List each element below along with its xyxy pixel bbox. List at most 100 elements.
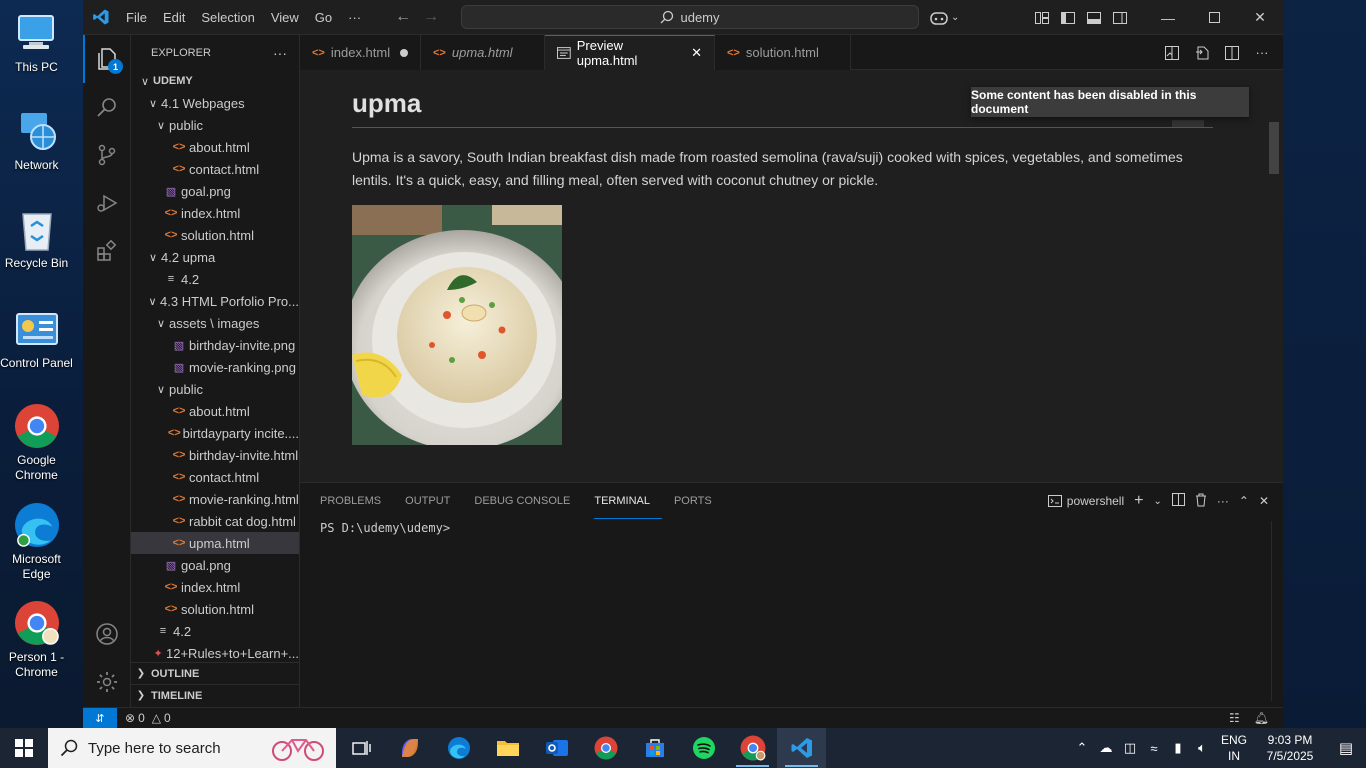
panel-tab-terminal[interactable]: TERMINAL	[594, 483, 662, 519]
terminal-shell-selector[interactable]: powershell	[1047, 494, 1124, 508]
toggle-primary-sidebar-icon[interactable]	[1055, 0, 1081, 35]
panel-tab-debug-console[interactable]: DEBUG CONSOLE	[474, 483, 582, 519]
preview-scrollbar[interactable]	[1269, 122, 1279, 174]
split-terminal-icon[interactable]	[1171, 493, 1185, 509]
outlook-app[interactable]	[532, 728, 581, 768]
chevron-down-icon[interactable]: ⌄	[1153, 496, 1161, 507]
toggle-secondary-sidebar-icon[interactable]	[1107, 0, 1133, 35]
timeline-section[interactable]: ❯ TIMELINE	[131, 684, 299, 706]
notification-center-icon[interactable]: ▤	[1326, 739, 1366, 757]
more-actions-icon[interactable]: ···	[1217, 494, 1229, 508]
desktop-icon-google-chrome[interactable]: Google Chrome	[0, 403, 73, 483]
wifi-icon[interactable]: ≈	[1142, 741, 1166, 756]
tree-folder[interactable]: ∨ UDEMY	[131, 70, 299, 92]
customize-layout-icon[interactable]	[1029, 0, 1055, 35]
tree-file[interactable]: ✦ 12+Rules+to+Learn+...	[131, 642, 299, 664]
onedrive-cloud-icon[interactable]: ☁	[1094, 740, 1118, 756]
extensions-button[interactable]	[83, 227, 131, 275]
tree-file[interactable]: <> about.html	[131, 400, 299, 422]
tree-file[interactable]: <> index.html	[131, 202, 299, 224]
new-terminal-icon[interactable]: +	[1134, 492, 1143, 510]
vscode-app[interactable]	[777, 728, 826, 768]
tree-file[interactable]: <> contact.html	[131, 466, 299, 488]
disabled-content-notice[interactable]: Some content has been disabled in this d…	[971, 87, 1249, 117]
file-explorer-app[interactable]	[483, 728, 532, 768]
taskbar-search-box[interactable]: Type here to search	[48, 728, 336, 768]
desktop-icon-this-pc[interactable]: This PC	[0, 10, 73, 75]
desktop-icon-network[interactable]: Network	[0, 108, 73, 173]
maximize-panel-icon[interactable]: ⌃	[1239, 494, 1249, 508]
maximize-icon[interactable]	[1191, 0, 1237, 35]
battery-icon[interactable]: ▮	[1166, 740, 1190, 756]
tree-file[interactable]: ▧ movie-ranking.png	[131, 356, 299, 378]
command-center-search[interactable]: udemy	[461, 5, 919, 29]
spotify-app[interactable]	[679, 728, 728, 768]
tree-file[interactable]: ▧ goal.png	[131, 180, 299, 202]
problems-status[interactable]: ⊗ 0 △ 0	[125, 711, 171, 725]
split-editor-icon[interactable]	[1219, 35, 1245, 70]
search-view-button[interactable]	[83, 83, 131, 131]
tree-folder[interactable]: ∨ 4.3 HTML Porfolio Pro...	[131, 290, 299, 312]
unsaved-dot-icon[interactable]	[400, 48, 408, 57]
back-arrow-icon[interactable]: ←	[389, 8, 417, 26]
start-button[interactable]	[0, 728, 48, 768]
volume-icon[interactable]: 🔈︎	[1190, 740, 1214, 756]
minimize-icon[interactable]: —	[1145, 0, 1191, 35]
tree-file[interactable]: <> about.html	[131, 136, 299, 158]
tree-folder[interactable]: ∨ 4.1 Webpages	[131, 92, 299, 114]
tree-file[interactable]: <> contact.html	[131, 158, 299, 180]
terminal-scrollbar[interactable]	[1271, 521, 1281, 701]
show-hidden-icons-chevron-icon[interactable]: ⌃	[1070, 740, 1094, 756]
language-indicator[interactable]: ENG IN	[1214, 732, 1254, 764]
terminal-prompt[interactable]: PS D:\udemy\udemy>	[320, 521, 450, 535]
chrome-profile-app[interactable]	[728, 728, 777, 768]
outline-section[interactable]: ❯ OUTLINE	[131, 662, 299, 684]
tree-file[interactable]: <> upma.html	[131, 532, 299, 554]
open-file-icon[interactable]	[1189, 35, 1215, 70]
tree-file[interactable]: ▧ goal.png	[131, 554, 299, 576]
tree-file[interactable]: <> birtdayparty incite....	[131, 422, 299, 444]
tree-file[interactable]: <> birthday-invite.html	[131, 444, 299, 466]
microsoft-store-app[interactable]	[630, 728, 679, 768]
system-clock[interactable]: 9:03 PM 7/5/2025	[1254, 732, 1326, 764]
manage-button[interactable]	[83, 658, 131, 706]
tree-file[interactable]: ≡ 4.2	[131, 620, 299, 642]
more-actions-icon[interactable]: ···	[1249, 35, 1275, 70]
tree-file[interactable]: <> solution.html	[131, 224, 299, 246]
tab-index-html[interactable]: <> index.html	[300, 35, 421, 70]
menu-view[interactable]: View	[263, 0, 307, 35]
menu-selection[interactable]: Selection	[193, 0, 262, 35]
copilot-button[interactable]: ⌄	[929, 0, 959, 35]
tree-folder[interactable]: ∨ public	[131, 378, 299, 400]
tab-solution-html[interactable]: <> solution.html	[715, 35, 851, 70]
chrome-app[interactable]	[581, 728, 630, 768]
menu-more-button[interactable]: ···	[340, 0, 369, 35]
desktop-icon-recycle-bin[interactable]: Recycle Bin	[0, 206, 73, 271]
tree-folder[interactable]: ∨ public	[131, 114, 299, 136]
task-view-button[interactable]	[336, 728, 385, 768]
remote-indicator-icon[interactable]: ⇵	[83, 707, 117, 729]
tab-preview-upma-html[interactable]: Preview upma.html ✕	[545, 35, 715, 70]
tree-file[interactable]: <> index.html	[131, 576, 299, 598]
panel-tab-problems[interactable]: PROBLEMS	[320, 483, 393, 519]
run-debug-button[interactable]	[83, 179, 131, 227]
accounts-button[interactable]	[83, 610, 131, 658]
copilot-app[interactable]	[385, 728, 434, 768]
tree-file[interactable]: ≡ 4.2	[131, 268, 299, 290]
close-panel-icon[interactable]: ✕	[1259, 494, 1269, 508]
close-tab-icon[interactable]: ✕	[691, 45, 702, 61]
tree-file[interactable]: <> movie-ranking.html	[131, 488, 299, 510]
copilot-status-icon[interactable]: ☷	[1229, 711, 1240, 725]
tree-file[interactable]: <> solution.html	[131, 598, 299, 620]
trash-icon[interactable]	[1195, 493, 1207, 510]
panel-tab-output[interactable]: OUTPUT	[405, 483, 462, 519]
tree-folder[interactable]: ∨ 4.2 upma	[131, 246, 299, 268]
edge-app[interactable]	[434, 728, 483, 768]
desktop-icon-microsoft-edge[interactable]: Microsoft Edge	[0, 502, 73, 582]
menu-file[interactable]: File	[118, 0, 155, 35]
menu-go[interactable]: Go	[307, 0, 340, 35]
close-icon[interactable]: ✕	[1237, 0, 1283, 35]
panel-tab-ports[interactable]: PORTS	[674, 483, 724, 519]
menu-edit[interactable]: Edit	[155, 0, 193, 35]
desktop-icon-person-1-chrome[interactable]: Person 1 - Chrome	[0, 600, 73, 680]
